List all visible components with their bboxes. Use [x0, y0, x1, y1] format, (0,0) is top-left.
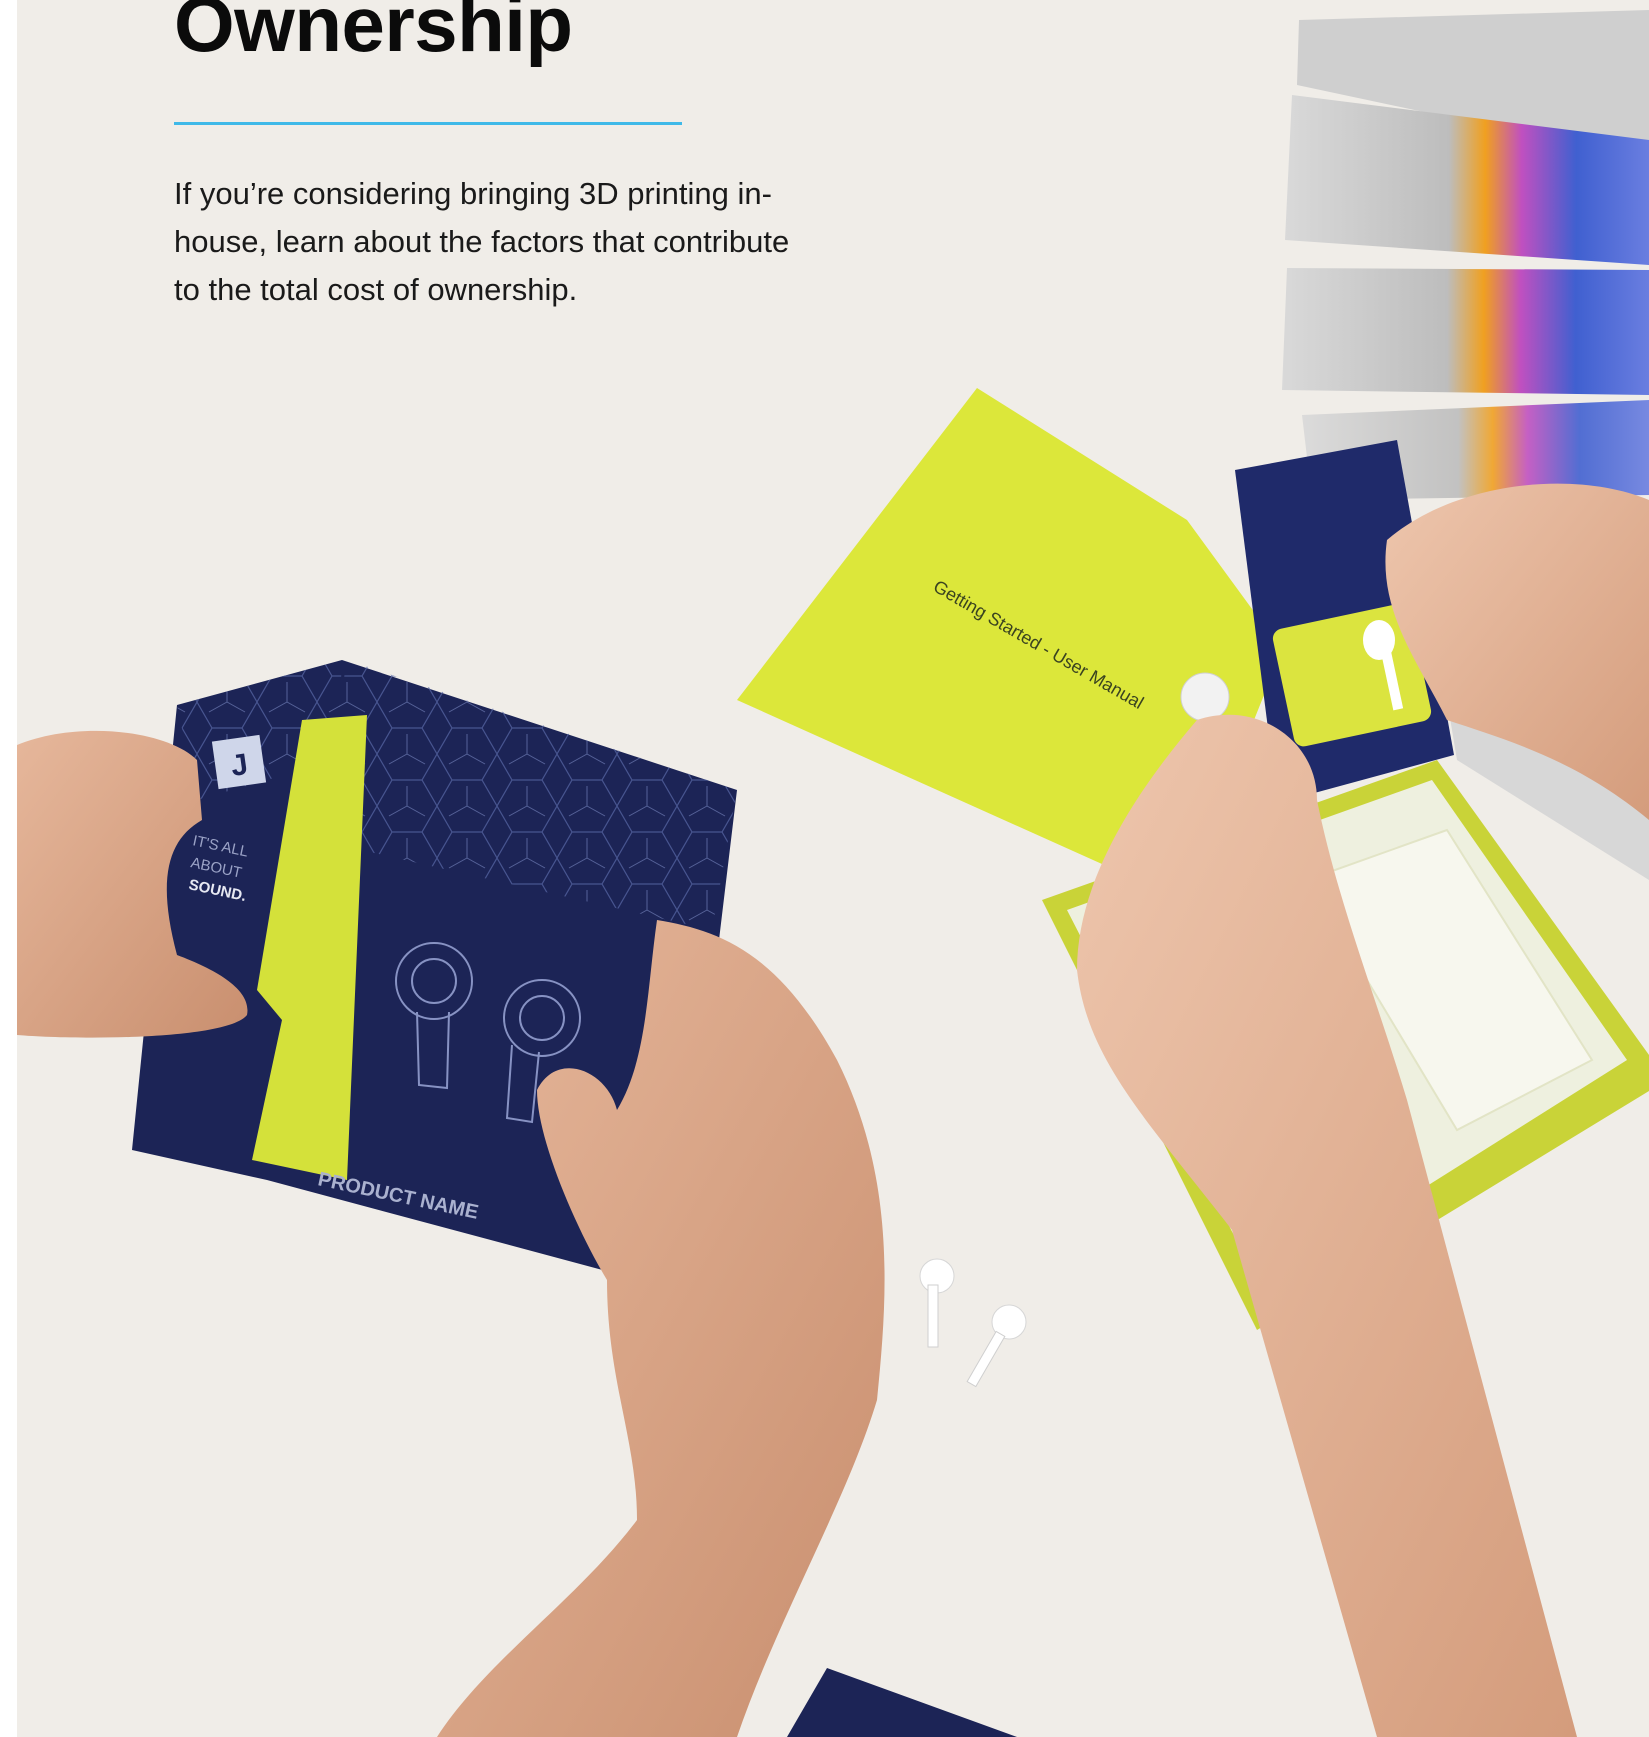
title-accent-rule — [174, 122, 682, 125]
page: Getting Started - User Manual J IT'S ALL… — [17, 0, 1649, 1737]
second-box — [787, 1668, 1017, 1737]
page-title: Ownership — [174, 0, 573, 68]
intro-paragraph: If you’re considering bringing 3D printi… — [174, 176, 790, 307]
